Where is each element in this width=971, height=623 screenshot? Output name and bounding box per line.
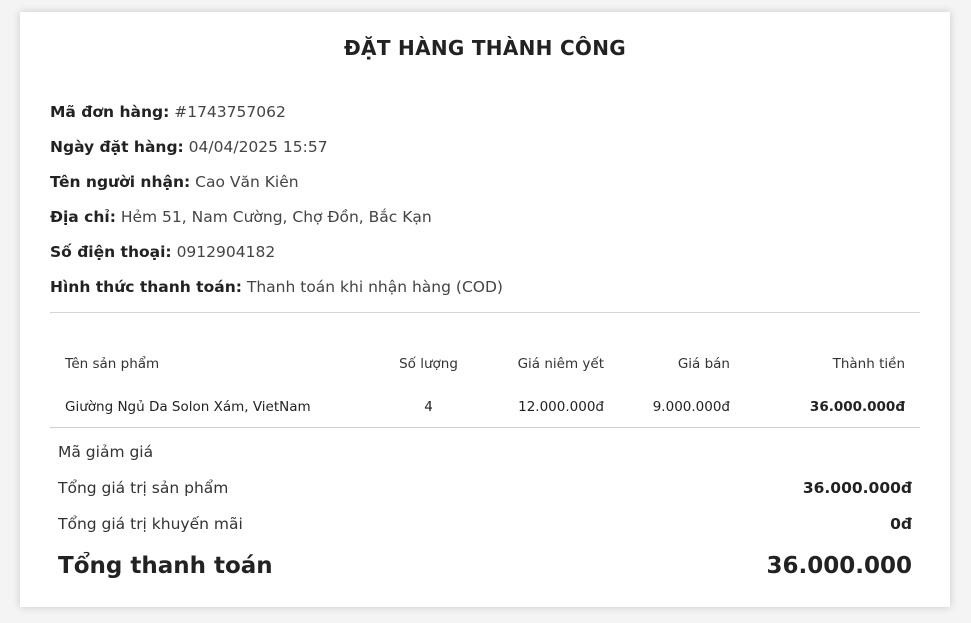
cell-line-total: 36.000.000đ [809, 398, 905, 415]
cell-product-name: Giường Ngủ Da Solon Xám, VietNam [65, 398, 311, 415]
promotion-value: 0đ [890, 515, 912, 533]
recipient-label: Tên người nhận: [50, 173, 191, 191]
grand-total-value: 36.000.000 [766, 553, 912, 579]
grand-total-row: Tổng thanh toán 36.000.000 [58, 544, 912, 588]
promotion-label: Tổng giá trị khuyến mãi [58, 515, 243, 533]
header-quantity: Số lượng [399, 356, 458, 372]
cell-list-price: 12.000.000đ [518, 398, 604, 415]
order-date-value: 04/04/2025 15:57 [188, 138, 328, 156]
address-value: Hẻm 51, Nam Cường, Chợ Đồn, Bắc Kạn [120, 208, 432, 226]
payment-method-row: Hình thức thanh toán: Thanh toán khi nhậ… [50, 276, 503, 311]
order-id-value: #1743757062 [174, 103, 286, 121]
header-list-price: Giá niêm yết [517, 356, 604, 372]
header-line-total: Thành tiền [832, 356, 905, 372]
discount-code-row: Mã giảm giá [58, 434, 912, 470]
payment-method-value: Thanh toán khi nhận hàng (COD) [246, 278, 503, 296]
table-row: Giường Ngủ Da Solon Xám, VietNam 4 12.00… [50, 386, 920, 427]
page-title: ĐẶT HÀNG THÀNH CÔNG [343, 36, 626, 60]
subtotal-value: 36.000.000đ [802, 479, 912, 497]
recipient-value: Cao Văn Kiên [195, 173, 299, 191]
discount-code-label: Mã giảm giá [58, 443, 154, 461]
order-id-label: Mã đơn hàng: [50, 103, 170, 121]
recipient-row: Tên người nhận: Cao Văn Kiên [50, 171, 503, 206]
items-divider [50, 427, 920, 428]
info-divider [50, 312, 920, 313]
order-success-card: ĐẶT HÀNG THÀNH CÔNG Mã đơn hàng: #174375… [20, 12, 950, 607]
phone-value: 0912904182 [176, 243, 276, 261]
order-date-label: Ngày đặt hàng: [50, 138, 184, 156]
address-label: Địa chỉ: [50, 208, 116, 226]
header-sale-price: Giá bán [677, 356, 730, 372]
subtotal-label: Tổng giá trị sản phẩm [58, 479, 229, 497]
order-items-table: Tên sản phẩm Số lượng Giá niêm yết Giá b… [50, 342, 920, 427]
order-info: Mã đơn hàng: #1743757062 Ngày đặt hàng: … [50, 101, 503, 311]
order-summary: Mã giảm giá Tổng giá trị sản phẩm 36.000… [58, 434, 912, 588]
cell-quantity: 4 [424, 398, 433, 415]
phone-row: Số điện thoại: 0912904182 [50, 241, 503, 276]
payment-method-label: Hình thức thanh toán: [50, 278, 242, 296]
grand-total-label: Tổng thanh toán [58, 553, 273, 579]
subtotal-row: Tổng giá trị sản phẩm 36.000.000đ [58, 470, 912, 506]
order-id-row: Mã đơn hàng: #1743757062 [50, 101, 503, 136]
table-header-row: Tên sản phẩm Số lượng Giá niêm yết Giá b… [50, 342, 920, 386]
address-row: Địa chỉ: Hẻm 51, Nam Cường, Chợ Đồn, Bắc… [50, 206, 503, 241]
phone-label: Số điện thoại: [50, 243, 172, 261]
promotion-row: Tổng giá trị khuyến mãi 0đ [58, 506, 912, 542]
cell-sale-price: 9.000.000đ [652, 398, 730, 415]
header-product-name: Tên sản phẩm [65, 356, 160, 372]
order-date-row: Ngày đặt hàng: 04/04/2025 15:57 [50, 136, 503, 171]
